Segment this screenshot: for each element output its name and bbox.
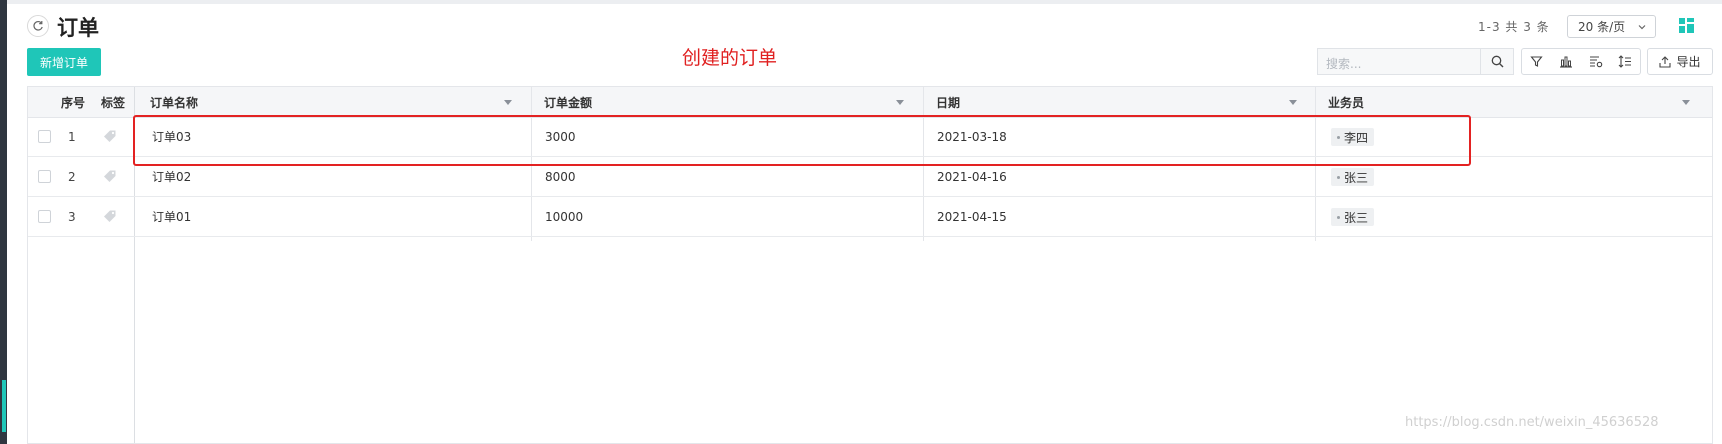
table-header: 序号 标签 订单名称 订单金额 日期 业务员 bbox=[28, 87, 1712, 118]
search-button[interactable] bbox=[1480, 49, 1513, 74]
order-name: 订单01 bbox=[152, 210, 192, 224]
row-checkbox[interactable] bbox=[38, 210, 51, 223]
top-divider bbox=[7, 0, 1722, 4]
table-row[interactable]: 3 订单01 10000 2021-04-15 张三 bbox=[28, 197, 1712, 237]
column-menu-icon[interactable] bbox=[504, 100, 512, 105]
watermark: https://blog.csdn.net/weixin_45636528 bbox=[1405, 415, 1659, 430]
add-order-button[interactable]: 新增订单 bbox=[27, 48, 101, 76]
col-header-amount[interactable]: 订单金额 bbox=[544, 87, 592, 117]
tag-icon[interactable] bbox=[103, 209, 117, 223]
salesperson-chip: 张三 bbox=[1331, 208, 1375, 226]
order-amount: 10000 bbox=[545, 209, 584, 224]
row-index: 3 bbox=[68, 209, 76, 224]
order-date: 2021-04-15 bbox=[937, 209, 1007, 224]
refresh-icon bbox=[33, 21, 43, 31]
column-menu-icon[interactable] bbox=[896, 100, 904, 105]
filter-button[interactable] bbox=[1522, 49, 1552, 74]
refresh-button[interactable] bbox=[27, 15, 49, 37]
grid-view-icon[interactable] bbox=[1679, 18, 1694, 33]
col-header-index: 序号 bbox=[61, 95, 86, 110]
column-menu-icon[interactable] bbox=[1289, 100, 1297, 105]
column-settings-icon bbox=[1589, 56, 1603, 68]
row-checkbox[interactable] bbox=[38, 130, 51, 143]
col-header-name[interactable]: 订单名称 bbox=[150, 87, 198, 117]
sort-button[interactable] bbox=[1611, 49, 1641, 74]
chart-icon bbox=[1560, 56, 1573, 68]
salesperson-name: 张三 bbox=[1344, 170, 1369, 185]
person-dot-icon bbox=[1337, 215, 1340, 219]
page-size-value: 20 条/页 bbox=[1578, 20, 1626, 34]
highlight-box bbox=[133, 115, 1471, 166]
col-header-salesperson[interactable]: 业务员 bbox=[1328, 87, 1364, 117]
table-tools bbox=[1521, 48, 1641, 75]
export-label: 导出 bbox=[1676, 55, 1701, 69]
filter-icon bbox=[1530, 56, 1543, 67]
column-menu-icon[interactable] bbox=[1682, 100, 1690, 105]
search-icon bbox=[1491, 55, 1503, 68]
salesperson-chip: 张三 bbox=[1331, 168, 1375, 186]
page-title: 订单 bbox=[57, 16, 99, 40]
row-checkbox[interactable] bbox=[38, 170, 51, 183]
tag-icon[interactable] bbox=[103, 129, 117, 143]
search-box[interactable]: 搜索... bbox=[1317, 48, 1514, 75]
tag-icon[interactable] bbox=[103, 169, 117, 183]
record-count: 1-3 共 3 条 bbox=[1478, 20, 1550, 34]
left-sidebar-strip bbox=[0, 0, 7, 444]
sidebar-active-indicator bbox=[2, 380, 6, 432]
export-button[interactable]: 导出 bbox=[1647, 48, 1713, 75]
row-index: 1 bbox=[68, 129, 76, 144]
page-size-select[interactable]: 20 条/页 bbox=[1567, 15, 1656, 38]
person-dot-icon bbox=[1337, 175, 1340, 179]
col-header-tag: 标签 bbox=[101, 95, 126, 110]
chart-button[interactable] bbox=[1552, 49, 1582, 74]
salesperson-name: 张三 bbox=[1344, 210, 1369, 225]
annotation-text: 创建的订单 bbox=[682, 47, 778, 69]
chevron-down-icon bbox=[1638, 25, 1646, 30]
col-header-date[interactable]: 日期 bbox=[936, 87, 960, 117]
search-input[interactable]: 搜索... bbox=[1326, 55, 1361, 72]
export-icon bbox=[1659, 55, 1672, 68]
row-index: 2 bbox=[68, 169, 76, 184]
sort-icon bbox=[1618, 55, 1632, 68]
column-settings-button[interactable] bbox=[1581, 49, 1611, 74]
